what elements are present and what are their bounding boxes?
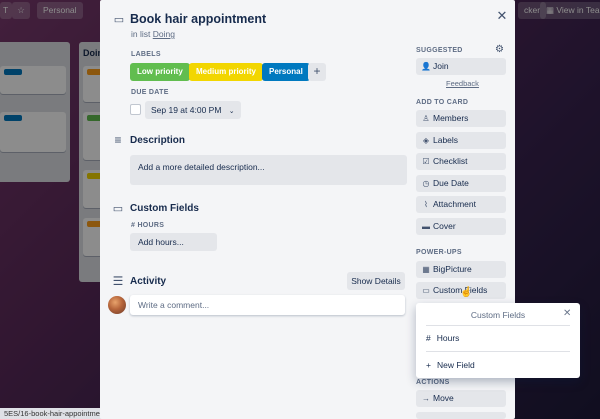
plus-icon: +: [426, 360, 431, 370]
cover-button[interactable]: ▬ Cover: [416, 218, 506, 235]
actions-heading: ACTIONS: [416, 379, 450, 386]
divider: [426, 325, 570, 326]
gear-icon[interactable]: ⚙: [495, 44, 504, 55]
status-bar-url: 5ES/16-book-hair-appointment#: [0, 408, 115, 419]
folder-icon: ▭: [422, 286, 430, 295]
due-date-heading: DUE DATE: [131, 89, 169, 96]
custom-field-hours[interactable]: # Hours: [426, 333, 459, 343]
attachment-button[interactable]: ⌇ Attachment: [416, 196, 506, 213]
hash-icon: #: [426, 333, 431, 343]
feedback-link[interactable]: Feedback: [446, 79, 479, 88]
person-icon: ♙: [422, 114, 430, 123]
close-icon[interactable]: ✕: [495, 8, 509, 24]
members-button[interactable]: ♙ Members: [416, 110, 506, 127]
description-input[interactable]: Add a more detailed description...: [130, 155, 407, 185]
suggested-heading: SUGGESTED: [416, 47, 463, 54]
new-field-button[interactable]: + New Field: [426, 360, 475, 370]
list-link[interactable]: Doing: [153, 29, 175, 39]
copy-button[interactable]: [416, 412, 506, 419]
tag-icon: ◈: [422, 136, 430, 145]
activity-heading: Activity: [130, 276, 167, 287]
bigpicture-button[interactable]: ▦ BigPicture: [416, 261, 506, 278]
mouse-cursor: ☝: [460, 287, 473, 298]
arrow-right-icon: →: [422, 394, 430, 403]
cover-icon: ▬: [422, 222, 430, 231]
description-icon: ≡: [114, 133, 122, 147]
comment-input[interactable]: Write a comment...: [130, 295, 405, 315]
due-complete-checkbox[interactable]: [130, 104, 141, 115]
card-title[interactable]: Book hair appointment: [130, 12, 266, 26]
labels-heading: LABELS: [131, 51, 161, 58]
due-date-button[interactable]: Sep 19 at 4:00 PM ⌄: [145, 101, 241, 119]
add-to-card-heading: ADD TO CARD: [416, 99, 469, 106]
paperclip-icon: ⌇: [424, 200, 428, 209]
grid-icon: ▦: [422, 265, 430, 274]
label-low-priority[interactable]: Low priority: [130, 63, 190, 81]
clock-icon: ◷: [422, 179, 430, 188]
power-ups-heading: POWER-UPS: [416, 249, 462, 256]
hours-heading: # HOURS: [131, 222, 165, 229]
add-label-button[interactable]: +: [308, 63, 326, 81]
checklist-button[interactable]: ☑ Checklist: [416, 153, 506, 170]
close-icon[interactable]: ✕: [563, 308, 571, 319]
custom-fields-icon: ▭: [112, 203, 124, 215]
checklist-icon: ☑: [422, 157, 430, 166]
label-personal[interactable]: Personal: [262, 63, 310, 81]
person-icon: 👤: [421, 62, 431, 71]
custom-fields-popover: Custom Fields ✕ # Hours + New Field: [416, 303, 580, 378]
labels-button[interactable]: ◈ Labels: [416, 132, 506, 149]
popover-title: Custom Fields: [470, 310, 526, 320]
activity-icon: ☰: [112, 274, 124, 288]
move-button[interactable]: → Move: [416, 390, 506, 407]
label-medium-priority[interactable]: Medium priority: [189, 63, 264, 81]
hours-input[interactable]: Add hours...: [130, 233, 217, 251]
due-date-sidebar-button[interactable]: ◷ Due Date: [416, 175, 506, 192]
chevron-down-icon: ⌄: [228, 108, 235, 115]
card-list-info: in list Doing: [131, 29, 175, 39]
show-details-button[interactable]: Show Details: [347, 272, 405, 290]
description-heading: Description: [130, 135, 186, 146]
divider: [426, 351, 570, 352]
card-icon: ▭: [113, 14, 125, 26]
avatar[interactable]: [108, 296, 126, 314]
join-button[interactable]: 👤 Join: [416, 58, 506, 75]
custom-fields-heading: Custom Fields: [130, 203, 199, 214]
